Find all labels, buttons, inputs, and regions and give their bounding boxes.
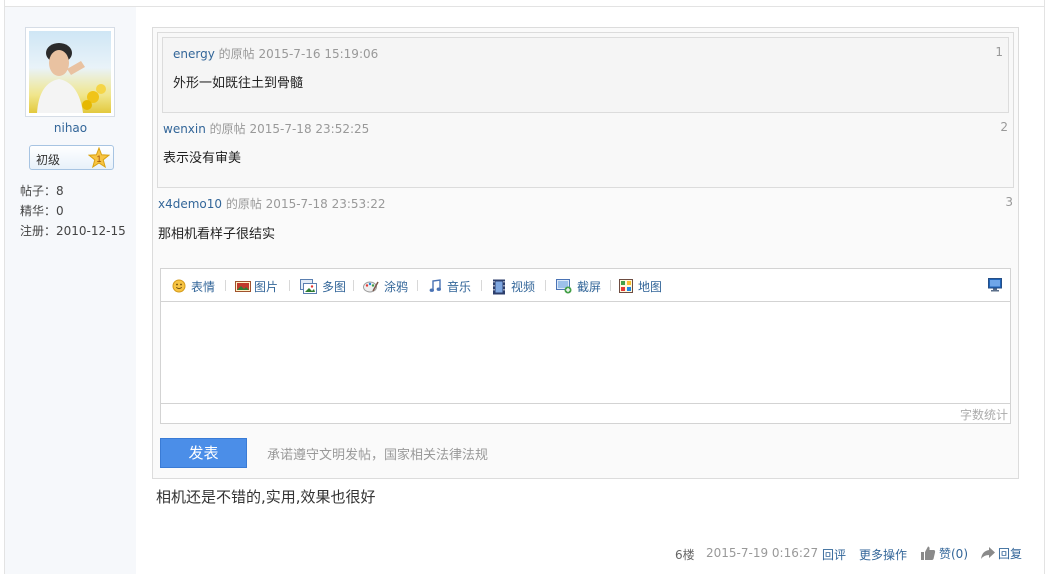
monitor-icon xyxy=(988,278,1002,292)
reply-button[interactable]: 回复 xyxy=(980,544,1022,562)
register-date: 注册：2010-12-15 xyxy=(20,224,126,238)
smiley-icon xyxy=(172,279,186,293)
submit-button[interactable]: 发表 xyxy=(160,438,247,468)
quote-text: 表示没有审美 xyxy=(163,151,242,166)
reply-textarea[interactable] xyxy=(161,303,1010,403)
quote-user-link[interactable]: x4demo10 xyxy=(158,197,222,211)
quote-box-3: energy 的原帖 2015-7-16 15:19:06 1 外形一如既往土到… xyxy=(152,27,1019,479)
floor-number: 6楼 xyxy=(675,548,695,562)
toolbar-graffiti-button[interactable]: 涂鸦 xyxy=(363,278,408,294)
post-text: 相机还是不错的,实用,效果也很好 xyxy=(156,488,376,506)
toolbar-video-button[interactable]: 视频 xyxy=(492,278,536,295)
quote-header: energy 的原帖 2015-7-16 15:19:06 xyxy=(173,45,378,62)
toolbar-label: 多图 xyxy=(322,279,347,294)
toolbar-label: 截屏 xyxy=(577,279,602,294)
word-count-bar: 字数统计 xyxy=(161,403,1010,423)
word-count-label: 字数统计 xyxy=(959,408,1008,422)
editor-toolbar: 表情 图片 多图 涂鸦 音乐 视频 截屏 地图 xyxy=(161,269,1010,302)
quote-header: x4demo10 的原帖 2015-7-18 23:53:22 xyxy=(158,195,386,212)
graffiti-icon xyxy=(363,279,379,293)
toolbar-label: 图片 xyxy=(254,279,279,294)
quote-text: 外形一如既往土到骨髓 xyxy=(173,76,304,91)
toolbar-map-button[interactable]: 地图 xyxy=(619,278,662,294)
level-label: 初级 xyxy=(36,153,61,167)
author-stats: 帖子：8 精华：0 注册：2010-12-15 xyxy=(20,181,126,241)
toolbar-divider xyxy=(481,280,482,291)
quote-user-link[interactable]: wenxin xyxy=(163,122,206,136)
quote-text: 那相机看样子很结实 xyxy=(158,227,276,242)
toolbar-music-button[interactable]: 音乐 xyxy=(428,278,471,294)
map-icon xyxy=(619,279,633,293)
multi-image-icon xyxy=(300,279,317,294)
toolbar-divider xyxy=(545,280,546,291)
image-icon xyxy=(235,279,251,293)
toolbar-label: 视频 xyxy=(511,279,536,294)
toolbar-image-button[interactable]: 图片 xyxy=(235,278,278,294)
toolbar-label: 涂鸦 xyxy=(384,279,409,294)
video-icon xyxy=(492,279,506,295)
level-number: 1 xyxy=(96,154,101,164)
quote-box-2: energy 的原帖 2015-7-16 15:19:06 1 外形一如既往土到… xyxy=(157,32,1014,188)
toolbar-divider xyxy=(289,280,290,291)
level-badge: 初级 1 xyxy=(29,145,114,170)
thumbs-up-icon xyxy=(920,545,936,561)
music-icon xyxy=(428,279,442,293)
toolbar-divider xyxy=(610,280,611,291)
toolbar-divider xyxy=(353,280,354,291)
star-icon: 1 xyxy=(87,146,111,169)
like-label: 赞(0) xyxy=(939,546,968,561)
top-divider xyxy=(5,6,1044,7)
toolbar-fullscreen-button[interactable] xyxy=(988,277,1007,293)
reply-label: 回复 xyxy=(998,546,1023,561)
toolbar-label: 音乐 xyxy=(447,279,472,294)
toolbar-screenshot-button[interactable]: 截屏 xyxy=(556,278,601,294)
more-actions-link[interactable]: 更多操作 xyxy=(859,546,907,564)
reply-arrow-icon xyxy=(980,545,996,561)
quote-header: wenxin 的原帖 2015-7-18 23:52:25 xyxy=(163,120,369,137)
like-button[interactable]: 赞(0) xyxy=(920,544,968,562)
quote-meta: 的原帖 2015-7-18 23:52:25 xyxy=(205,122,370,136)
reply-editor: 表情 图片 多图 涂鸦 音乐 视频 截屏 地图 字数统计 xyxy=(160,268,1011,424)
screenshot-icon xyxy=(556,279,572,294)
avatar[interactable] xyxy=(25,27,115,117)
author-sidebar: nihao 初级 1 帖子：8 精华：0 注册：2010-12-15 xyxy=(5,7,136,574)
toolbar-divider xyxy=(417,280,418,291)
quote-box-1: energy 的原帖 2015-7-16 15:19:06 1 外形一如既往土到… xyxy=(162,37,1009,113)
posts-count: 帖子：8 xyxy=(20,184,64,198)
post-time: 2015-7-19 0:16:27 xyxy=(706,546,819,560)
quote-number: 1 xyxy=(995,45,1003,59)
toolbar-multi-image-button[interactable]: 多图 xyxy=(300,278,346,294)
quote-number: 2 xyxy=(1000,120,1008,134)
quote-meta: 的原帖 2015-7-18 23:53:22 xyxy=(222,197,386,211)
toolbar-label: 地图 xyxy=(638,279,663,294)
toolbar-emoji-button[interactable]: 表情 xyxy=(172,278,215,294)
author-name[interactable]: nihao xyxy=(5,121,136,135)
avatar-image xyxy=(29,31,111,113)
reply-comment-link[interactable]: 回评 xyxy=(822,546,846,564)
quote-number: 3 xyxy=(1005,195,1013,209)
posting-notice: 承诺遵守文明发帖，国家相关法律法规 xyxy=(267,448,489,463)
quote-meta: 的原帖 2015-7-16 15:19:06 xyxy=(214,47,379,61)
toolbar-divider xyxy=(225,280,226,291)
quote-user-link[interactable]: energy xyxy=(173,47,215,61)
digest-count: 精华：0 xyxy=(20,204,64,218)
toolbar-label: 表情 xyxy=(191,279,216,294)
